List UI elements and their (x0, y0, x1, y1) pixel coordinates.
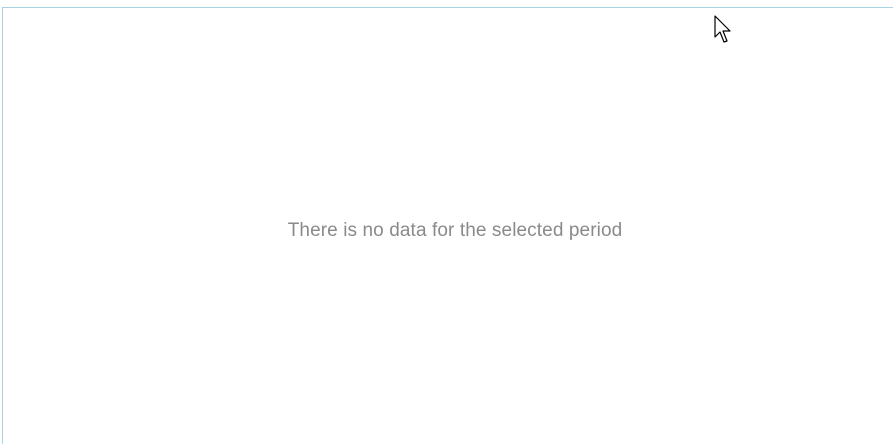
empty-state-message: There is no data for the selected period (287, 220, 623, 241)
mouse-cursor-icon (714, 15, 731, 43)
data-panel: There is no data for the selected period (2, 7, 893, 444)
screen: There is no data for the selected period (0, 0, 893, 444)
